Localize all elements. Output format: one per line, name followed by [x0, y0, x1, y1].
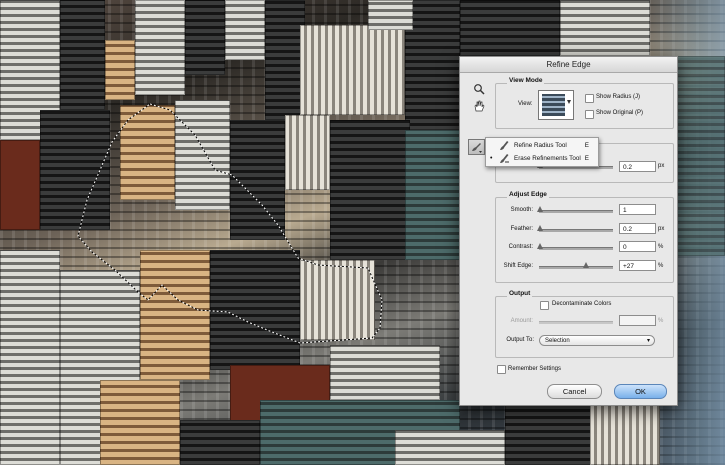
feather-slider-thumb[interactable] [537, 225, 543, 231]
menu-item-erase-refinements-tool[interactable]: • Erase Refinements Tool E [486, 152, 598, 165]
menu-item-refine-radius-tool[interactable]: Refine Radius Tool E [486, 139, 598, 152]
show-radius-label: Show Radius (J) [596, 94, 641, 100]
refine-radius-brush-icon [500, 141, 509, 150]
contrast-slider[interactable] [539, 247, 613, 250]
output-to-value: Selection [545, 338, 570, 344]
feather-slider[interactable] [539, 229, 613, 232]
amount-label: Amount: [510, 318, 533, 324]
cancel-button[interactable]: Cancel [547, 384, 602, 399]
decontaminate-label: Decontaminate Colors [552, 301, 612, 307]
decontaminate-checkbox[interactable] [540, 301, 549, 310]
show-radius-checkbox[interactable] [585, 94, 594, 103]
hand-icon[interactable] [473, 100, 485, 112]
menu-item-label: Refine Radius Tool [514, 142, 567, 149]
erase-refinements-brush-icon [500, 154, 509, 163]
brush-icon[interactable] [468, 139, 485, 155]
shift-edge-unit: % [658, 263, 664, 269]
menu-item-label: Erase Refinements Tool [514, 155, 581, 162]
adjust-edge-title: Adjust Edge [507, 191, 549, 198]
shift-edge-slider-thumb[interactable] [583, 262, 589, 268]
remember-settings-checkbox[interactable] [497, 365, 506, 374]
amount-field [619, 315, 656, 326]
menu-item-shortcut: E [584, 155, 589, 162]
view-thumbnail-image [542, 94, 565, 116]
tool-popup-menu: Refine Radius Tool E • Erase Refinements… [485, 137, 599, 167]
show-original-checkbox[interactable] [585, 110, 594, 119]
selected-bullet-icon: • [490, 155, 493, 162]
view-thumbnail[interactable] [538, 90, 574, 120]
smooth-slider[interactable] [539, 210, 613, 213]
contrast-slider-thumb[interactable] [537, 243, 543, 249]
contrast-field[interactable]: 0 [619, 241, 656, 252]
remember-settings-label: Remember Settings [508, 366, 562, 372]
feather-field[interactable]: 0.2 [619, 223, 656, 234]
radius-unit: px [658, 163, 665, 169]
amount-slider [539, 321, 613, 324]
radius-field[interactable]: 0.2 [619, 161, 656, 172]
show-original-label: Show Original (P) [596, 110, 644, 116]
output-title: Output [507, 290, 533, 297]
feather-label: Feather: [510, 226, 533, 232]
magnifier-icon[interactable] [473, 83, 485, 95]
select-arrows-icon: ▾ [646, 338, 650, 344]
menu-item-shortcut: E [584, 142, 589, 149]
output-to-select[interactable]: Selection ▾ [539, 335, 655, 346]
view-mode-title: View Mode [507, 77, 545, 84]
chevron-down-icon [567, 100, 571, 104]
output-to-label: Output To: [506, 337, 534, 343]
view-label: View: [518, 101, 533, 107]
dialog-title[interactable]: Refine Edge [460, 57, 677, 73]
shift-edge-label: Shift Edge: [503, 263, 533, 269]
refine-edge-dialog: Refine Edge View Mode View: Show Radius … [459, 56, 678, 406]
feather-unit: px [658, 226, 665, 232]
contrast-unit: % [658, 244, 664, 250]
shift-edge-field[interactable]: +27 [619, 260, 656, 271]
smooth-label: Smooth: [510, 207, 533, 213]
shift-edge-slider[interactable] [539, 266, 613, 269]
amount-unit: % [658, 318, 664, 324]
contrast-label: Contrast: [508, 244, 533, 250]
ok-button[interactable]: OK [614, 384, 667, 399]
smooth-field[interactable]: 1 [619, 204, 656, 215]
smooth-slider-thumb[interactable] [537, 206, 543, 212]
